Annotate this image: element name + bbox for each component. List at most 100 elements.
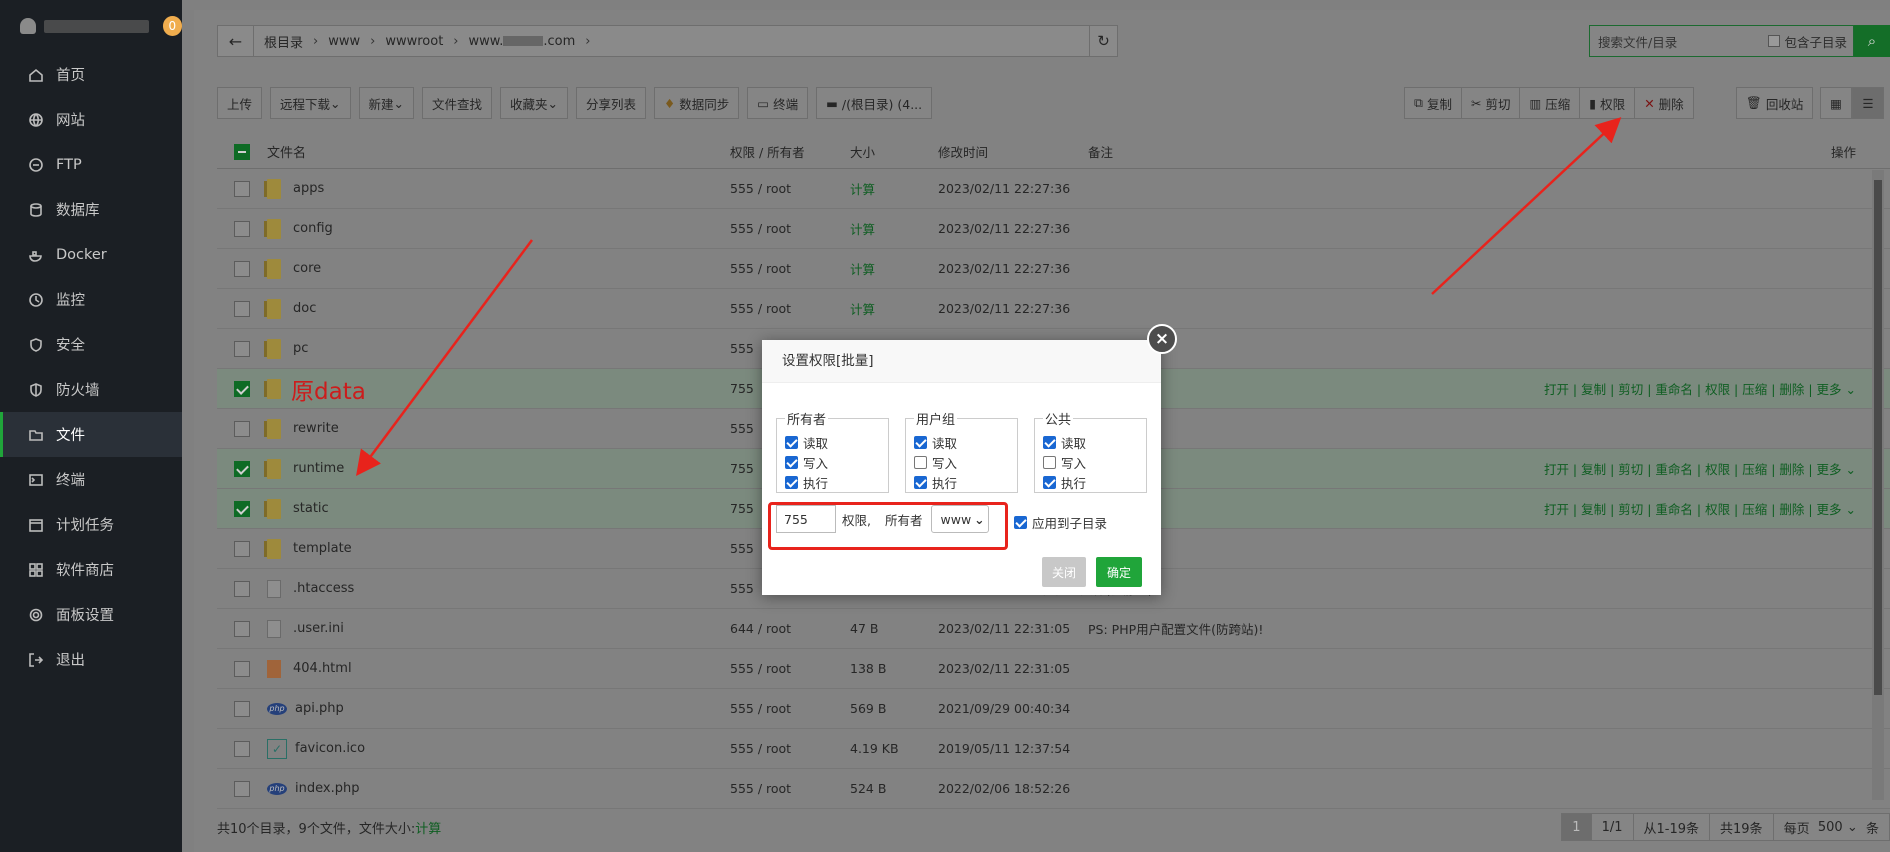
sidebar-item-9[interactable]: 终端	[0, 457, 182, 502]
sidebar-item-13[interactable]: 退出	[0, 637, 182, 682]
footer-calc-link[interactable]: 计算	[415, 818, 441, 837]
sidebar-item-0[interactable]: 首页	[0, 52, 182, 97]
file-name-cell[interactable]: php index.php	[267, 781, 730, 796]
file-name[interactable]: 404.html	[293, 661, 352, 676]
file-name[interactable]: favicon.ico	[295, 741, 365, 756]
permission-button[interactable]: ▮ 权限	[1579, 87, 1635, 119]
table-row[interactable]: ✓ favicon.ico 555 / root 4.19 KB 2019/05/11 …	[217, 729, 1890, 769]
row-checkbox[interactable]	[234, 780, 250, 797]
select-all-checkbox[interactable]	[234, 143, 250, 160]
row-actions-text[interactable]: 打开 | 复制 | 剪切 | 重命名 | 权限 | 压缩 | 删除 | 更多	[1544, 382, 1842, 397]
sidebar-item-7[interactable]: 防火墙	[0, 367, 182, 412]
data-sync-button[interactable]: ♦ 数据同步	[654, 87, 740, 119]
header-perm[interactable]: 权限 / 所有者	[730, 142, 850, 161]
file-perm[interactable]: 555 / root	[730, 661, 850, 676]
recycle-bin-button[interactable]: 🗑 回收站	[1736, 87, 1814, 119]
owner-exec-checkbox[interactable]: 执行	[785, 472, 880, 492]
group-exec-checkbox[interactable]: 执行	[914, 472, 1009, 492]
file-name[interactable]: runtime	[293, 461, 344, 476]
sidebar-item-11[interactable]: 软件商店	[0, 547, 182, 592]
sidebar-item-4[interactable]: Docker	[0, 232, 182, 277]
upload-button[interactable]: 上传	[217, 87, 263, 119]
sidebar-item-12[interactable]: 面板设置	[0, 592, 182, 637]
file-size[interactable]: 计算	[850, 179, 938, 198]
file-name-cell[interactable]: static	[264, 498, 730, 519]
public-write-checkbox[interactable]: 写入	[1043, 452, 1138, 472]
row-actions[interactable]: 打开 | 复制 | 剪切 | 重命名 | 权限 | 压缩 | 删除 | 更多 ⌄	[1544, 499, 1856, 518]
dialog-cancel-button[interactable]: 关闭	[1042, 557, 1086, 587]
table-row[interactable]: apps 555 / root 计算 2023/02/11 22:27:36	[217, 169, 1890, 209]
file-name-cell[interactable]: 原data	[264, 372, 730, 406]
include-subdir-checkbox[interactable]: 包含子目录	[1768, 32, 1847, 51]
file-perm[interactable]: 644 / root	[730, 621, 850, 636]
row-checkbox[interactable]	[234, 380, 250, 397]
row-checkbox[interactable]	[234, 340, 250, 357]
header-size[interactable]: 大小	[850, 142, 938, 161]
refresh-button[interactable]: ↻	[1089, 26, 1117, 56]
apply-subdir-checkbox[interactable]: 应用到子目录	[1014, 512, 1107, 532]
file-size[interactable]: 计算	[850, 299, 938, 318]
file-name[interactable]: 原data	[291, 372, 366, 406]
new-button[interactable]: 新建 ⌄	[358, 87, 415, 119]
file-perm[interactable]: 555 / root	[730, 741, 850, 756]
search-input[interactable]: 搜索文件/目录 包含子目录	[1589, 25, 1854, 57]
file-name-cell[interactable]: .htaccess	[267, 579, 730, 598]
public-exec-checkbox[interactable]: 执行	[1043, 472, 1138, 492]
sidebar-item-5[interactable]: 监控	[0, 277, 182, 322]
favorites-button[interactable]: 收藏夹 ⌄	[500, 87, 569, 119]
row-checkbox[interactable]	[234, 620, 250, 637]
file-perm[interactable]: 555 / root	[730, 181, 850, 196]
sidebar-item-6[interactable]: 安全	[0, 322, 182, 367]
row-actions-text[interactable]: 打开 | 复制 | 剪切 | 重命名 | 权限 | 压缩 | 删除 | 更多	[1544, 462, 1842, 477]
file-search-button[interactable]: 文件查找	[422, 87, 493, 119]
row-checkbox[interactable]	[234, 180, 250, 197]
sidebar-item-2[interactable]: FTP	[0, 142, 182, 187]
owner-write-checkbox[interactable]: 写入	[785, 452, 880, 472]
file-name-cell[interactable]: template	[264, 538, 730, 559]
row-checkbox[interactable]	[234, 300, 250, 317]
row-checkbox[interactable]	[234, 740, 250, 757]
file-perm[interactable]: 555 / root	[730, 781, 850, 796]
file-perm[interactable]: 555 / root	[730, 301, 850, 316]
group-write-checkbox[interactable]: 写入	[914, 452, 1009, 472]
file-name[interactable]: core	[293, 261, 321, 276]
file-perm[interactable]: 555 / root	[730, 221, 850, 236]
cut-button[interactable]: ✂ 剪切	[1460, 87, 1520, 119]
row-checkbox[interactable]	[234, 580, 250, 597]
file-name[interactable]: rewrite	[293, 421, 339, 436]
table-row[interactable]: 404.html 555 / root 138 B 2023/02/11 22:31:…	[217, 649, 1890, 689]
file-name-cell[interactable]: apps	[264, 178, 730, 199]
dialog-close-button[interactable]: ×	[1147, 324, 1177, 354]
breadcrumb-site[interactable]: www. .com	[469, 34, 576, 49]
file-size[interactable]: 计算	[850, 219, 938, 238]
file-name-cell[interactable]: doc	[264, 298, 730, 319]
share-list-button[interactable]: 分享列表	[576, 87, 647, 119]
file-name-cell[interactable]: pc	[264, 338, 730, 359]
disk-button[interactable]: ▬/(根目录) (4...	[816, 87, 933, 119]
group-read-checkbox[interactable]: 读取	[914, 432, 1009, 452]
per-page-select[interactable]: 每页 500 ⌄ 条	[1772, 813, 1890, 841]
file-name-cell[interactable]: ✓ favicon.ico	[267, 738, 730, 759]
table-row[interactable]: config 555 / root 计算 2023/02/11 22:27:36	[217, 209, 1890, 249]
file-perm[interactable]: 555 / root	[730, 261, 850, 276]
file-name[interactable]: .htaccess	[293, 581, 354, 596]
sidebar-item-8[interactable]: 文件	[0, 412, 182, 457]
header-time[interactable]: 修改时间	[938, 142, 1088, 161]
search-button[interactable]: ⌕	[1854, 25, 1890, 57]
terminal-button[interactable]: ▭ 终端	[747, 87, 809, 119]
table-row[interactable]: core 555 / root 计算 2023/02/11 22:27:36	[217, 249, 1890, 289]
list-view-button[interactable]: ☰	[1852, 87, 1884, 119]
remote-download-button[interactable]: 远程下载 ⌄	[270, 87, 351, 119]
breadcrumb-wwwroot[interactable]: wwwroot	[385, 34, 443, 49]
table-row[interactable]: doc 555 / root 计算 2023/02/11 22:27:36	[217, 289, 1890, 329]
file-name-cell[interactable]: rewrite	[264, 418, 730, 439]
breadcrumb-root[interactable]: 根目录	[264, 32, 303, 51]
file-name[interactable]: index.php	[295, 781, 359, 796]
row-checkbox[interactable]	[234, 660, 250, 677]
file-name[interactable]: apps	[293, 181, 324, 196]
sidebar-item-1[interactable]: 网站	[0, 97, 182, 142]
file-size[interactable]: 计算	[850, 259, 938, 278]
file-name-cell[interactable]: core	[264, 258, 730, 279]
row-checkbox[interactable]	[234, 460, 250, 477]
file-name-cell[interactable]: config	[264, 218, 730, 239]
